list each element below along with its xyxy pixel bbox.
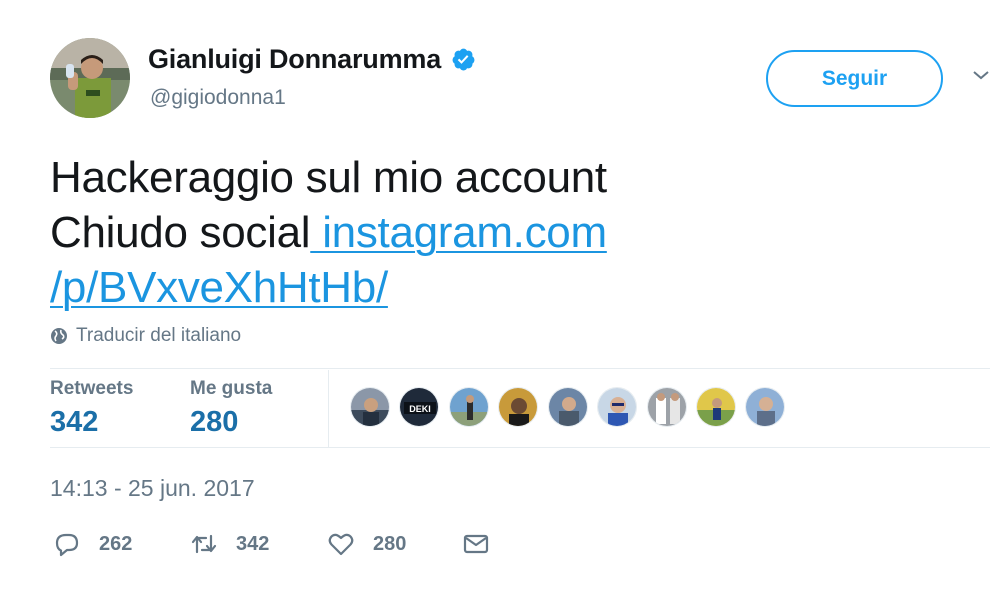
display-name-text[interactable]: Gianluigi Donnarumma	[148, 44, 441, 75]
retweets-stat[interactable]: Retweets 342	[50, 378, 133, 439]
retweets-count: 342	[50, 406, 99, 438]
liker-avatar[interactable]	[548, 387, 588, 427]
svg-text:DEKI: DEKI	[409, 404, 431, 414]
reply-button[interactable]: 262	[53, 530, 132, 558]
heart-icon	[328, 533, 354, 556]
like-button[interactable]: 280	[327, 530, 406, 558]
tweet-line-1: Hackeraggio sul mio account	[50, 153, 607, 202]
translate-label[interactable]: Traducir del italiano	[76, 325, 241, 347]
tweet-line-2: Chiudo social	[50, 208, 311, 257]
retweet-button[interactable]: 342	[190, 530, 269, 558]
avatar[interactable]	[50, 38, 130, 118]
liker-avatar[interactable]	[597, 387, 637, 427]
timestamp[interactable]: 14:13 - 25 jun. 2017	[50, 475, 255, 502]
chevron-down-icon[interactable]	[972, 66, 990, 84]
tweet-link[interactable]: instagram.com	[310, 208, 607, 257]
envelope-icon	[463, 534, 489, 554]
reply-count: 262	[99, 532, 133, 555]
liker-avatar[interactable]	[696, 387, 736, 427]
divider	[50, 447, 990, 448]
divider	[328, 370, 329, 447]
liker-avatar[interactable]	[449, 387, 489, 427]
verified-badge-icon	[451, 47, 476, 72]
reply-icon	[55, 533, 79, 557]
liker-avatar[interactable]: DEKI	[399, 387, 439, 427]
divider	[50, 368, 990, 369]
handle[interactable]: @gigiodonna1	[150, 86, 286, 110]
direct-message-button[interactable]	[462, 530, 490, 558]
globe-icon	[51, 328, 67, 344]
liker-avatar[interactable]	[647, 387, 687, 427]
tweet-text: Hackeraggio sul mio account Chiudo socia…	[50, 150, 750, 315]
retweets-label: Retweets	[50, 378, 134, 399]
liker-avatar[interactable]	[350, 387, 390, 427]
likes-stat[interactable]: Me gusta 280	[190, 378, 272, 439]
display-name[interactable]: Gianluigi Donnarumma	[148, 44, 476, 75]
like-count: 280	[373, 532, 407, 555]
retweet-count: 342	[236, 532, 270, 555]
tweet-link-continued[interactable]: /p/BVxveXhHtHb/	[50, 263, 388, 312]
likes-count: 280	[190, 406, 239, 438]
liker-avatar[interactable]	[745, 387, 785, 427]
retweet-icon	[191, 534, 217, 554]
follow-button[interactable]: Seguir	[766, 50, 943, 107]
likes-label: Me gusta	[190, 378, 273, 399]
translate-link[interactable]: Traducir del italiano	[50, 325, 241, 347]
liker-avatar[interactable]	[498, 387, 538, 427]
